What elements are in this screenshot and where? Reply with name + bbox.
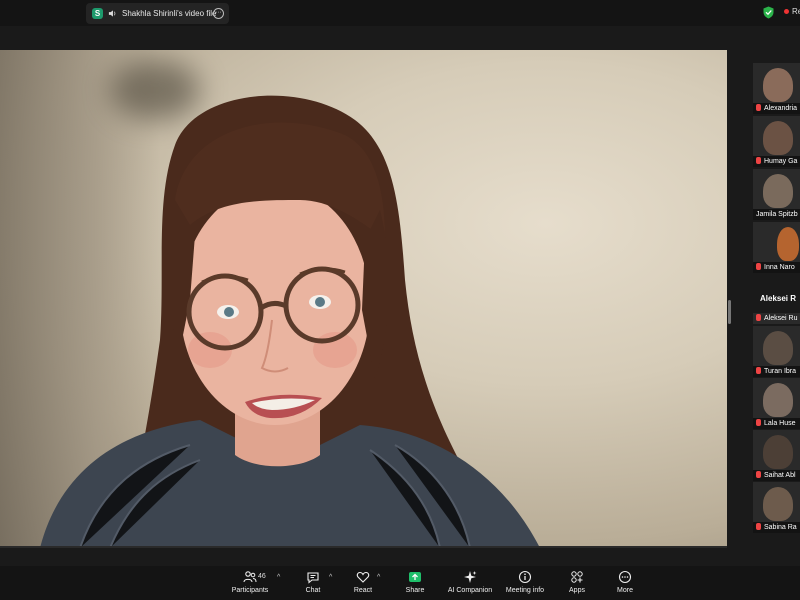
heart-icon [356,571,370,583]
participant-tile[interactable]: Jamila Spitzb [753,169,800,220]
participant-tile[interactable]: Saihat Abl [753,430,800,481]
share-button[interactable]: Share [402,570,428,598]
shield-icon[interactable] [763,6,774,19]
info-icon [518,570,532,584]
more-button[interactable]: More [613,570,637,598]
share-icon [409,572,421,582]
chat-caret-icon[interactable]: ^ [329,574,332,581]
chat-icon [307,572,319,584]
participant-tile[interactable]: Alexandria [753,63,800,114]
speaker-icon [108,10,116,17]
participant-video [763,174,793,208]
muted-mic-icon [756,419,761,426]
more-options-icon[interactable]: ⋯ [213,8,224,19]
participant-video [763,435,793,469]
participants-count: 46 [258,573,266,580]
muted-mic-icon [756,367,761,374]
participant-name: Inna Naro [753,262,800,273]
participant-tile[interactable]: Turan Ibra [753,326,800,377]
participant-name: Turan Ibra [753,366,800,377]
chat-button[interactable]: Chat [300,570,326,598]
participant-tile[interactable]: Humay Ga [753,116,800,167]
record-dot-icon [784,9,789,15]
participant-tile[interactable]: Inna Naro [753,222,800,273]
participant-video [763,121,793,155]
apps-button[interactable]: Apps [565,570,589,598]
meeting-info-button[interactable]: Meeting info [503,570,547,598]
participant-name: Lala Huse [753,418,800,429]
participant-name: Humay Ga [753,156,800,167]
participant-name: Sabina Ra [753,522,800,533]
muted-mic-icon [756,157,761,164]
participant-video [763,68,793,102]
sharer-badge: S [92,8,103,19]
speaker-video-person [40,95,539,546]
participant-name: Saihat Abl [753,470,800,481]
ai-companion-button[interactable]: AI Companion [444,570,496,598]
main-video[interactable] [0,50,727,548]
shared-content-tab[interactable]: S Shakhla Shirinli's video file ⋯ [86,3,229,24]
participant-video [763,487,793,521]
react-button[interactable]: React [349,570,377,598]
participant-video [763,383,793,417]
participant-tile[interactable]: Sabina Ra [753,482,800,533]
react-caret-icon[interactable]: ^ [377,574,380,581]
gallery-resize-handle[interactable] [728,300,731,324]
apps-icon [571,571,583,583]
pinned-participant-header: Aleksei R [760,294,797,303]
sparkle-icon [464,571,477,583]
participant-tile[interactable]: Aleksei Ru [753,312,800,324]
meeting-toolbar: Participants 46 ^ Chat ^ React ^ Share A… [0,566,800,600]
participant-name: Alexandria [753,103,800,114]
recording-indicator[interactable]: Rec [784,7,800,16]
muted-mic-icon [756,471,761,478]
participant-name: Jamila Spitzb [753,209,800,220]
muted-mic-icon [756,523,761,530]
shared-content-title: Shakhla Shirinli's video file [122,9,217,18]
participant-name: Aleksei Ru [753,313,800,324]
participant-video [777,227,799,261]
recording-label: Rec [792,7,800,16]
muted-mic-icon [756,314,761,321]
participants-caret-icon[interactable]: ^ [277,574,280,581]
muted-mic-icon [756,263,761,270]
participant-video [763,331,793,365]
participants-icon [243,571,257,583]
muted-mic-icon [756,104,761,111]
participant-tile[interactable]: Lala Huse [753,378,800,429]
top-bar: S Shakhla Shirinli's video file ⋯ Rec [0,0,800,26]
more-icon [618,570,632,584]
